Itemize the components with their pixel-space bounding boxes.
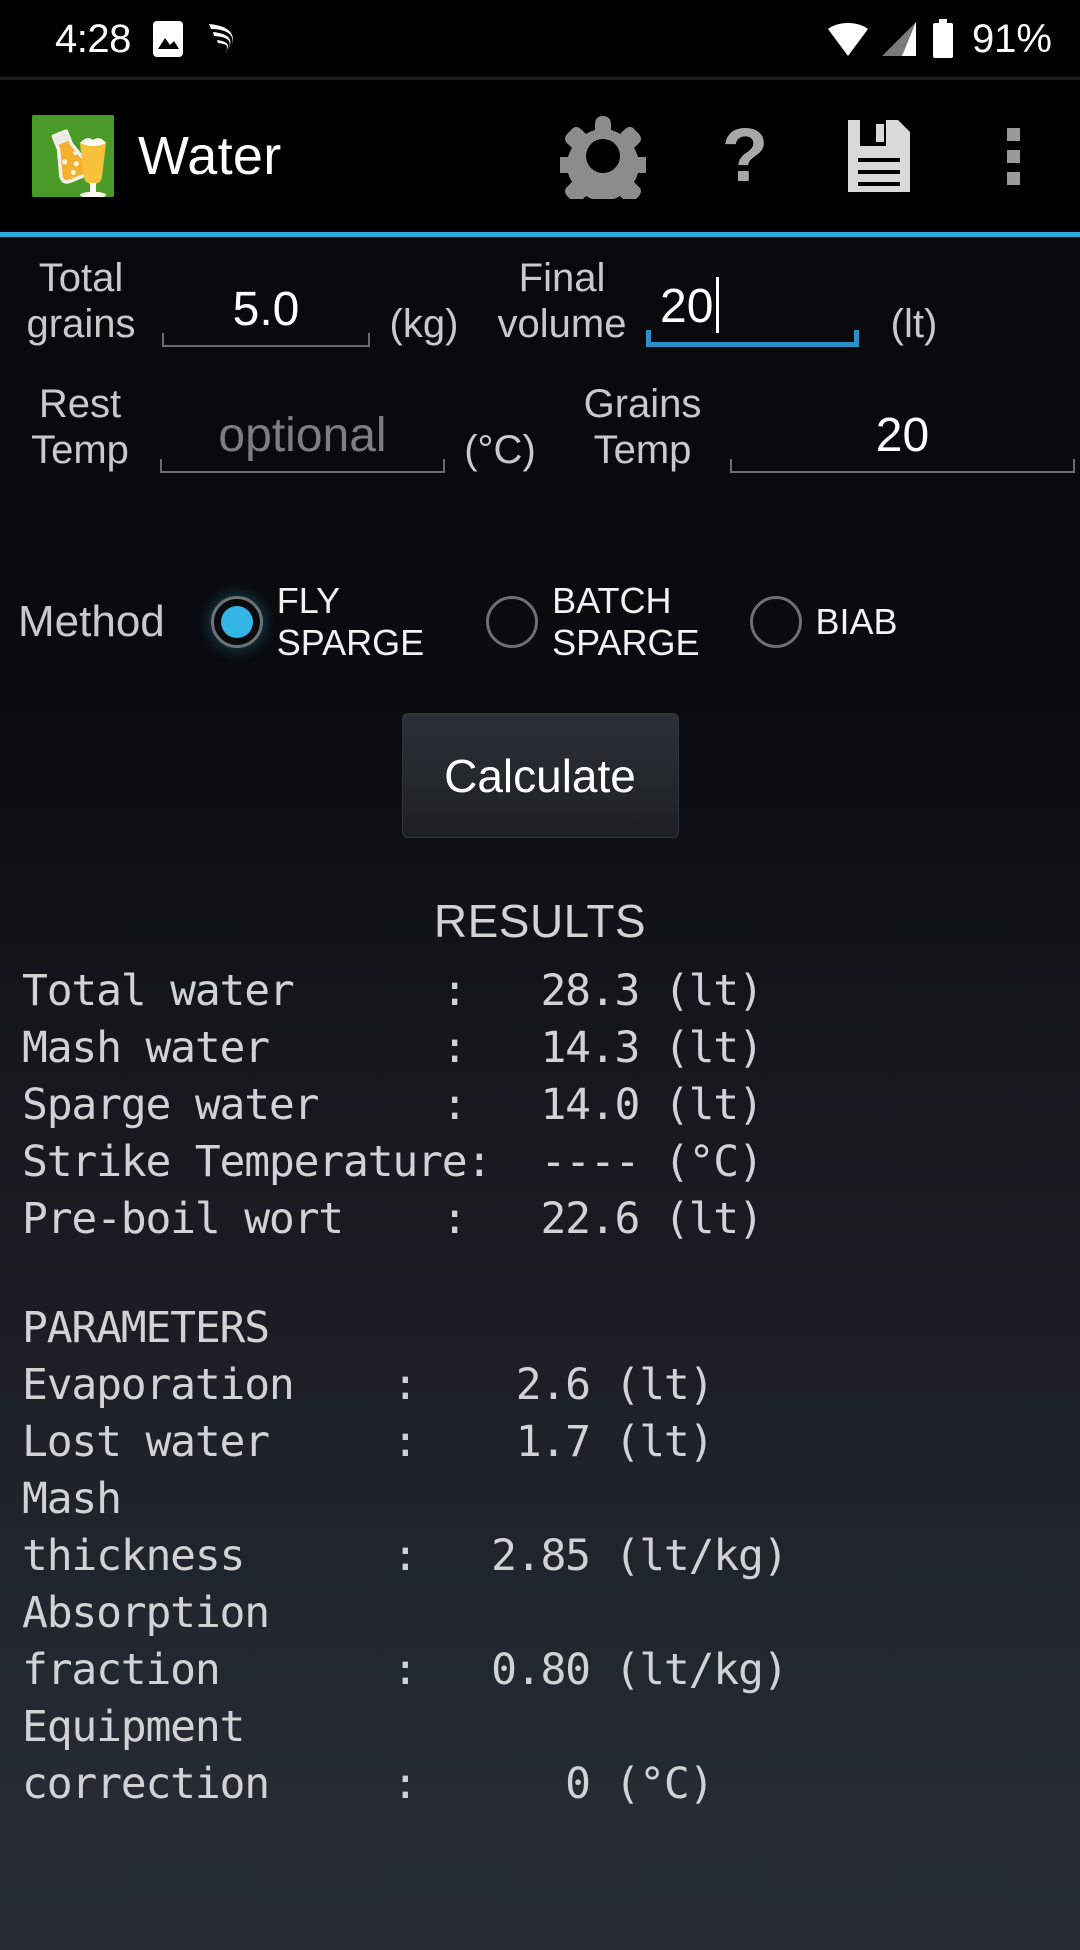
save-floppy-icon[interactable] (812, 80, 946, 232)
radio-label-fly-sparge: FLY SPARGE (276, 580, 425, 663)
radio-option-batch-sparge[interactable]: BATCH SPARGE (486, 580, 700, 664)
status-bar-left: 4:28 (55, 19, 245, 59)
overflow-menu-icon[interactable] (946, 80, 1080, 232)
battery-percentage: 91% (971, 16, 1052, 61)
results-heading: RESULTS (433, 895, 647, 947)
grains-temp-underline (730, 459, 1075, 473)
row-grains-volume: Total grains 5.0 (kg) Final volume 20 (l… (0, 237, 1080, 365)
app-screen: 4:28 91% Water ? Total grains 5.0 (kg) F… (0, 0, 1080, 1950)
final-volume-value: 20 (660, 280, 714, 333)
rest-temp-unit: (°C) (464, 428, 536, 472)
beer-brewing-app-icon (32, 115, 114, 197)
grains-temp-label: Grains Temp (583, 382, 702, 472)
wifi-icon (826, 20, 870, 58)
calculate-button[interactable]: Calculate (401, 713, 679, 838)
total-grains-input[interactable]: 5.0 (162, 283, 370, 361)
total-grains-value: 5.0 (232, 283, 300, 336)
swirl-icon (205, 20, 245, 58)
total-grains-underline (162, 333, 370, 347)
final-volume-input[interactable]: 20 (646, 277, 859, 361)
radio-option-biab[interactable]: BIAB (749, 596, 898, 648)
radio-indicator-batch-sparge (486, 596, 539, 648)
radio-option-fly-sparge[interactable]: FLY SPARGE (210, 580, 425, 664)
status-clock: 4:28 (55, 16, 131, 61)
total-grains-unit: (kg) (389, 302, 459, 346)
status-bar-right: 91% (826, 16, 1052, 61)
text-caret (716, 277, 720, 333)
radio-indicator-fly-sparge (210, 596, 263, 648)
radio-label-batch-sparge: BATCH SPARGE (552, 580, 700, 663)
page-title: Water (138, 126, 282, 186)
results-text: Total water : 28.3 (lt) Mash water : 14.… (22, 966, 764, 1244)
status-bar: 4:28 91% (0, 0, 1080, 77)
radio-label-biab: BIAB (815, 601, 898, 642)
rest-temp-underline (160, 459, 445, 473)
image-icon (151, 20, 185, 58)
app-bar-actions: ? (528, 80, 1080, 232)
battery-icon (930, 18, 956, 59)
input-form: Total grains 5.0 (kg) Final volume 20 (l… (0, 237, 1080, 491)
parameters-text: PARAMETERS Evaporation : 2.6 (lt) Lost w… (22, 1303, 789, 1809)
final-volume-underline (646, 330, 859, 347)
rest-temp-label: Rest Temp (31, 382, 129, 472)
settings-gear-icon[interactable] (528, 80, 678, 232)
grains-temp-input[interactable]: 20 (730, 409, 1075, 487)
app-bar: Water ? (0, 80, 1080, 232)
method-label: Method (18, 597, 165, 646)
help-question-icon[interactable]: ? (678, 80, 812, 232)
rest-temp-placeholder: optional (218, 409, 387, 462)
calculate-button-container: Calculate (0, 713, 1080, 838)
row-temps: Rest Temp optional (°C) Grains Temp 20 (0, 365, 1080, 491)
total-grains-label: Total grains (26, 256, 136, 346)
final-volume-label: Final volume (497, 256, 627, 346)
radio-indicator-biab (749, 596, 802, 648)
rest-temp-input[interactable]: optional (160, 409, 445, 487)
final-volume-unit: (lt) (890, 302, 938, 346)
final-volume-value-wrap: 20 (646, 277, 859, 342)
cellular-signal-icon (880, 20, 920, 58)
grains-temp-value: 20 (875, 409, 930, 462)
method-radio-group: Method FLY SPARGE BATCH SPARGE BIAB (0, 572, 1080, 672)
